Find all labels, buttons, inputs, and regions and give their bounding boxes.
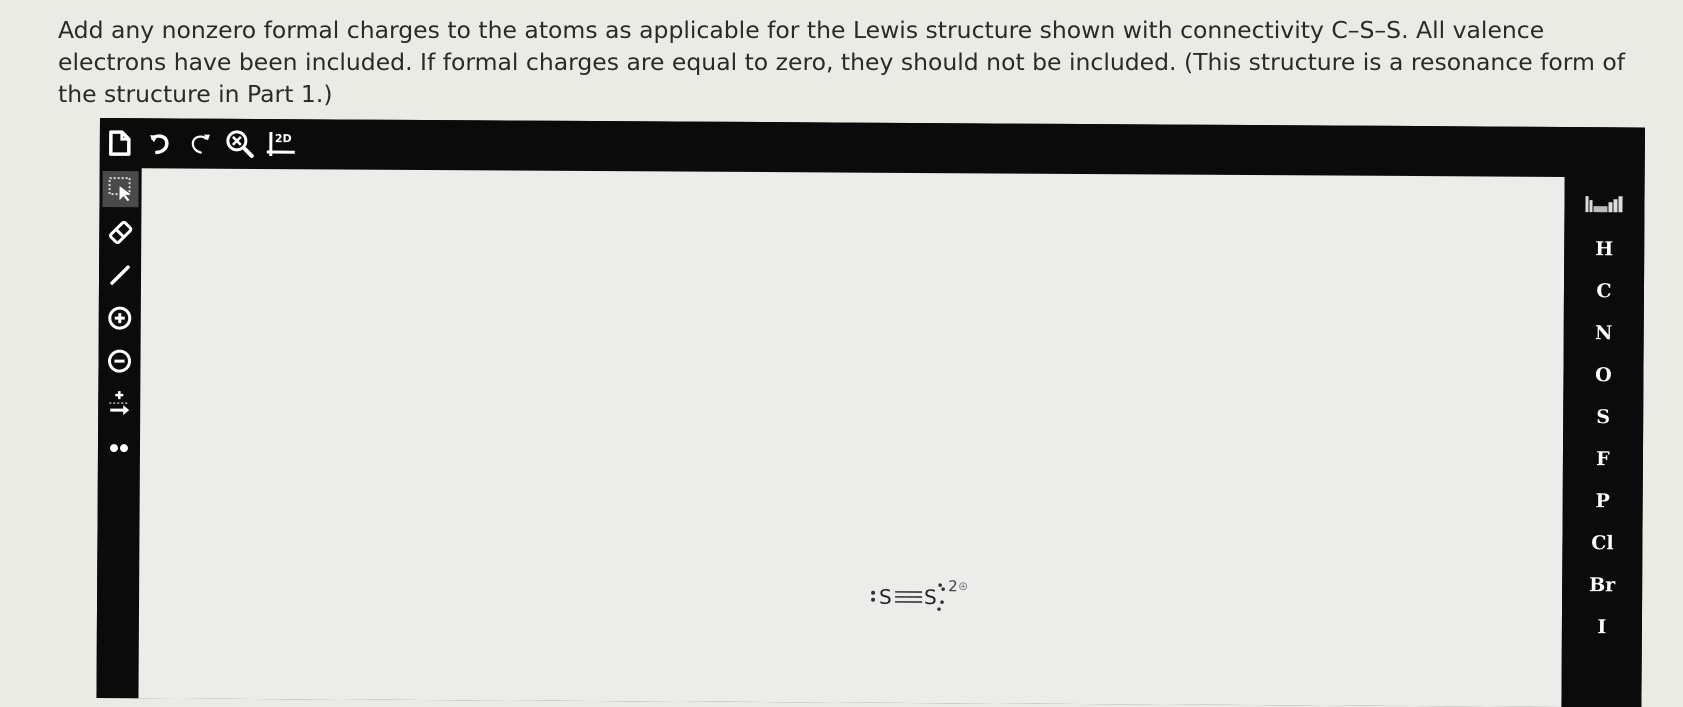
plus-charge-icon[interactable] <box>102 300 138 336</box>
structure-editor: 2D S S 2 H C N O S F P Cl Br I <box>96 118 1645 707</box>
lone-pair-icon[interactable] <box>101 430 137 466</box>
clean-2d-label: 2D <box>275 132 292 145</box>
eraser-icon[interactable] <box>102 214 138 250</box>
question-text: Add any nonzero formal charges to the at… <box>58 16 1626 108</box>
element-h-button[interactable]: H <box>1574 232 1634 266</box>
lone-pair-dot <box>938 583 942 587</box>
drawing-canvas[interactable]: S S 2 <box>138 168 1565 707</box>
minus-charge-icon[interactable] <box>101 343 137 379</box>
atom-s-left[interactable]: S <box>879 585 892 609</box>
element-p-button[interactable]: P <box>1573 484 1633 518</box>
radical-arrow-icon[interactable] <box>101 386 137 422</box>
element-c-button[interactable]: C <box>1574 274 1634 308</box>
lone-pair-dot <box>940 600 944 604</box>
element-i-button[interactable]: I <box>1572 610 1632 644</box>
lone-pair-dot <box>941 587 945 591</box>
element-br-button[interactable]: Br <box>1572 568 1632 602</box>
lone-pair-dot <box>937 607 941 611</box>
atom-s-right[interactable]: S <box>924 585 937 609</box>
lone-pair-dot <box>871 590 876 595</box>
element-cl-button[interactable]: Cl <box>1572 526 1632 560</box>
redo-icon[interactable] <box>180 124 220 162</box>
charge-label: 2 <box>948 577 958 595</box>
clean-2d-icon[interactable]: 2D <box>262 125 302 163</box>
periodic-table-icon[interactable] <box>1574 189 1634 219</box>
element-f-button[interactable]: F <box>1573 442 1633 476</box>
undo-icon[interactable] <box>140 124 180 162</box>
zoom-clear-icon[interactable] <box>220 125 260 163</box>
new-document-icon[interactable] <box>100 124 140 162</box>
bond-icon[interactable] <box>102 257 138 293</box>
left-toolbar <box>96 167 142 699</box>
lone-pair-dot <box>871 597 876 602</box>
element-n-button[interactable]: N <box>1574 316 1634 350</box>
select-icon[interactable] <box>102 171 139 208</box>
element-s-button[interactable]: S <box>1573 400 1633 434</box>
triple-bond[interactable] <box>895 591 923 603</box>
element-toolbar: H C N O S F P Cl Br I <box>1561 176 1645 707</box>
lewis-structure[interactable]: S S 2 <box>845 563 1025 624</box>
element-o-button[interactable]: O <box>1573 358 1633 392</box>
